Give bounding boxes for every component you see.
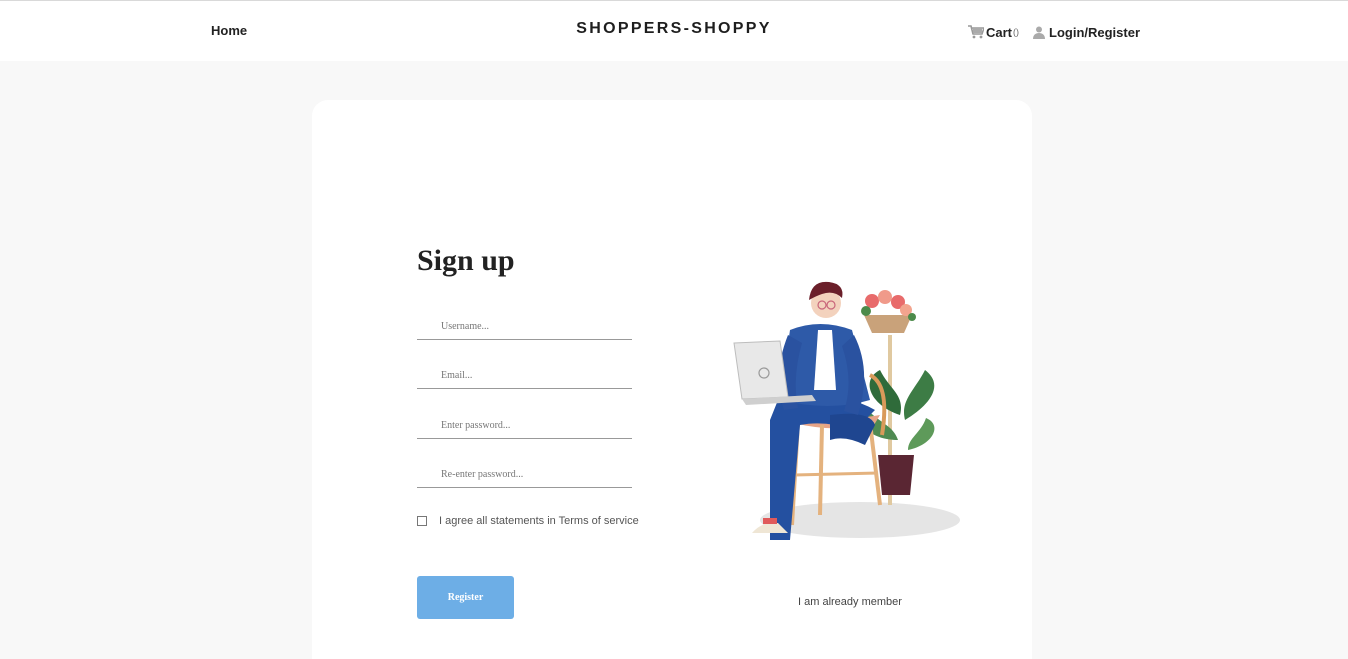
username-field-wrap (417, 314, 632, 340)
username-input[interactable] (417, 314, 632, 339)
nav-home-link[interactable]: Home (211, 23, 247, 38)
login-register-link[interactable]: Login/Register (1033, 25, 1140, 40)
password-field-wrap (417, 413, 632, 439)
register-button[interactable]: Register (417, 576, 514, 619)
nav-right-group: Cart () Login/Register (968, 23, 1140, 41)
login-register-label: Login/Register (1049, 24, 1141, 40)
already-member-link[interactable]: I am already member (798, 596, 902, 608)
cart-label: Cart (986, 24, 1013, 40)
top-navbar: Home SHOPPERS-SHOPPY Cart () Login/Regis… (0, 0, 1348, 61)
cart-icon (968, 25, 984, 39)
reenter-password-input[interactable] (417, 462, 632, 487)
terms-label[interactable]: I agree all statements in Terms of servi… (439, 515, 639, 527)
cart-count: () (1013, 27, 1020, 37)
signup-illustration (733, 281, 960, 540)
signup-card: Sign up I agree all statements in Terms … (312, 100, 1032, 659)
terms-checkbox[interactable] (417, 516, 427, 526)
brand-title-wrap: SHOPPERS-SHOPPY (0, 20, 1348, 38)
cart-link[interactable]: Cart () (968, 25, 1033, 40)
password-input[interactable] (417, 413, 632, 438)
terms-agree-row: I agree all statements in Terms of servi… (417, 515, 639, 527)
email-field-wrap (417, 363, 632, 389)
reenter-password-field-wrap (417, 462, 632, 488)
user-icon (1033, 26, 1046, 39)
signup-title: Sign up (417, 244, 515, 277)
brand-title[interactable]: SHOPPERS-SHOPPY (576, 20, 771, 37)
email-input[interactable] (417, 363, 632, 388)
